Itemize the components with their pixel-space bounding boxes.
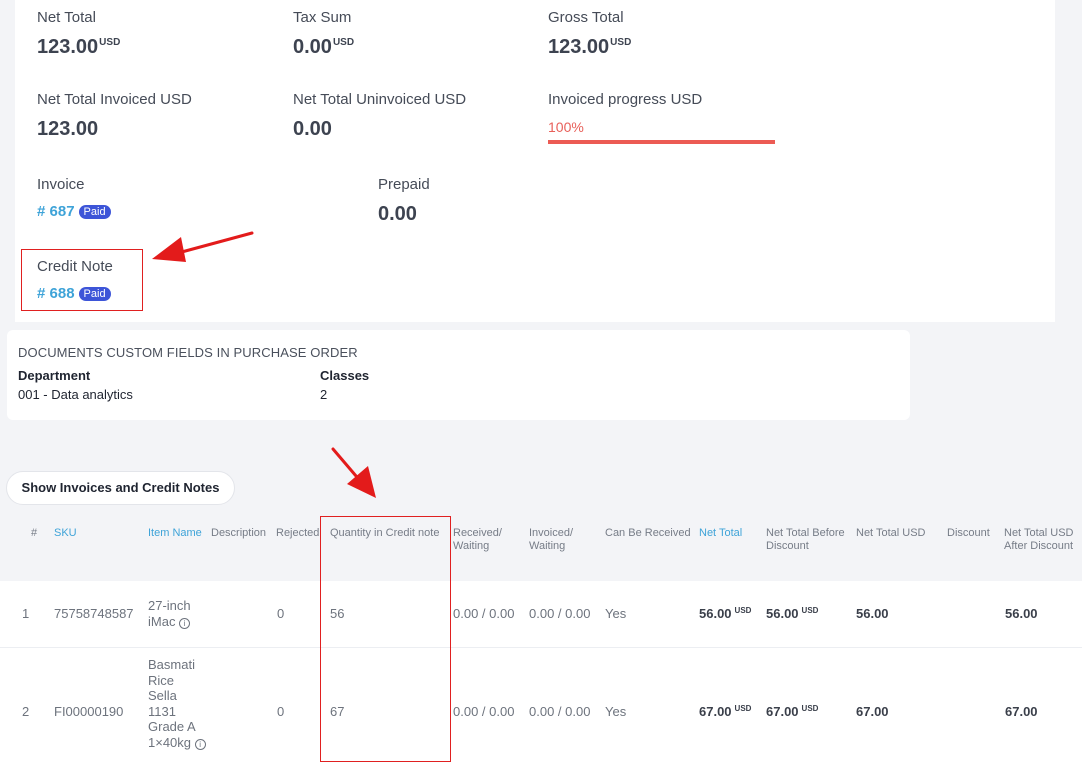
- annotation-arrows: [152, 231, 376, 498]
- annotation-arrow-icon: [331, 447, 376, 498]
- annotation-arrow-icon: [152, 231, 254, 262]
